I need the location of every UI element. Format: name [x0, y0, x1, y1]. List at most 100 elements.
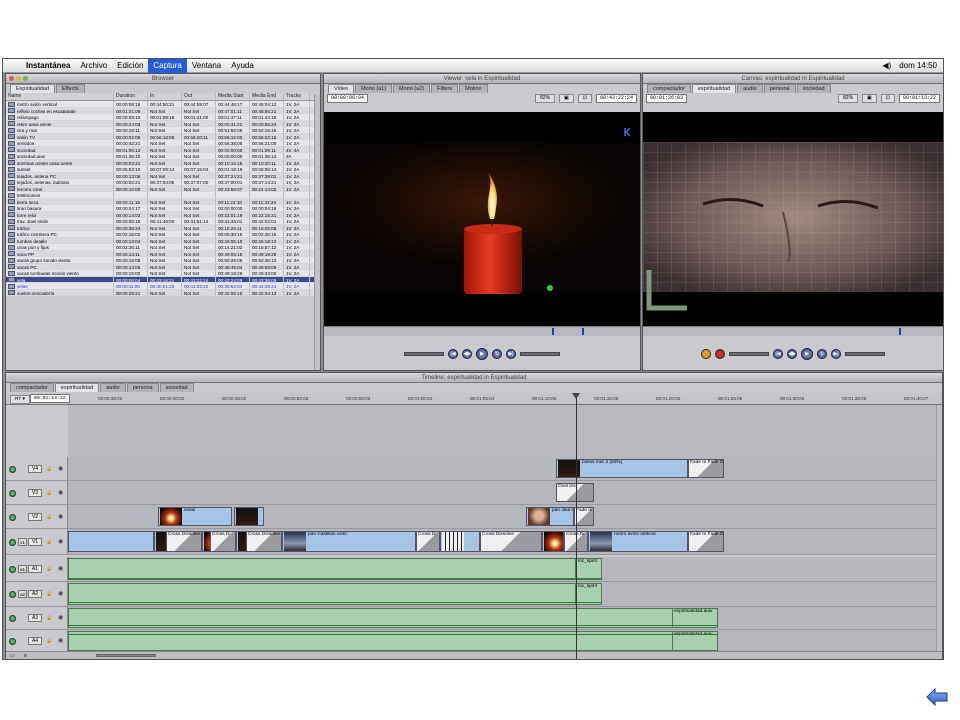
video-clip[interactable] [542, 531, 564, 552]
lock-icon[interactable]: 🔒 [46, 466, 52, 472]
tab-audio[interactable]: audio [100, 383, 126, 392]
canvas-play-around-button[interactable]: ↻ [817, 349, 827, 359]
menu-captura[interactable]: Captura [148, 59, 187, 73]
track-visibility-icon[interactable] [9, 489, 16, 497]
canvas-video[interactable] [643, 112, 943, 326]
lock-icon[interactable]: 🔒 [46, 638, 52, 644]
timeline-titlebar[interactable]: Timeline: espiritualidad in Espiritualid… [6, 373, 942, 383]
track-visibility-icon[interactable] [9, 615, 16, 622]
canvas-next-edit-button[interactable]: ▶| [831, 349, 841, 359]
tab-compactador[interactable]: compactador [647, 84, 691, 93]
prev-edit-button[interactable]: |◀ [448, 349, 458, 359]
auto-select-icon[interactable]: ◉ [58, 591, 63, 597]
next-edit-button[interactable]: ▶| [506, 349, 516, 359]
canvas-duration-timecode[interactable]: 00:01:26:03 [646, 93, 688, 103]
timeline-scrollbar[interactable] [936, 405, 942, 659]
browser-scrollbar[interactable] [314, 94, 320, 370]
canvas-titlebar[interactable]: Canvas: espiritualidad in Espiritualidad [643, 74, 943, 84]
play-in-out-button[interactable]: ◀▶ [462, 349, 472, 359]
tab-espiritualidad[interactable]: espiritualidad [691, 84, 737, 93]
browser-titlebar[interactable]: Browser [6, 74, 320, 84]
clip-overlays-icon[interactable]: ▭ [10, 653, 15, 659]
tab-audio[interactable]: audio [737, 84, 763, 93]
audio-clip[interactable] [68, 558, 576, 580]
lock-icon[interactable]: 🔒 [46, 615, 52, 621]
viewer-view-popup[interactable]: ▣ [559, 93, 574, 103]
lock-icon[interactable]: 🔒 [46, 490, 52, 496]
track-visibility-icon[interactable] [9, 513, 16, 521]
zoom-icon[interactable] [23, 76, 28, 81]
col-out[interactable]: Out [182, 93, 216, 100]
lock-icon[interactable]: 🔒 [46, 539, 52, 545]
canvas-marker-popup[interactable]: ⊡ [880, 93, 895, 103]
source-patch-audio[interactable]: a2 [18, 590, 27, 598]
track-lane[interactable]: loc_spirit [68, 582, 936, 606]
track-visibility-icon[interactable] [9, 638, 16, 645]
transition[interactable]: Cross Dissolve [246, 531, 282, 552]
video-clip[interactable]: pan Castillas cielo [282, 531, 416, 552]
track-visibility-icon[interactable] [9, 538, 16, 546]
video-clip[interactable] [234, 507, 264, 526]
clock[interactable]: dom 14:50 [899, 61, 937, 70]
track-visibility-icon[interactable] [9, 465, 16, 473]
track-name[interactable]: V4 [28, 464, 42, 473]
viewer-scrubber[interactable] [324, 326, 640, 336]
source-patch-audio[interactable]: a1 [18, 565, 27, 573]
transition[interactable]: Cross Di [210, 531, 236, 552]
canvas-play-in-out-button[interactable]: ◀▶ [787, 349, 797, 359]
canvas-play-button[interactable]: ▶ [801, 348, 813, 360]
track-lane[interactable]: espiritualidad.aiav [68, 630, 936, 652]
menu-ayuda[interactable]: Ayuda [226, 59, 259, 73]
viewer-video[interactable] [324, 112, 640, 326]
canvas-playhead[interactable] [899, 328, 901, 335]
video-clip[interactable] [68, 531, 154, 552]
timeline-ruler[interactable]: 00:00:35:02 00:00:40:02 00:00:45:02 00:00:5… [68, 393, 936, 405]
browser-row[interactable]: vuelos pescadería 00:00:28:21 Not Set Not S… [6, 289, 320, 296]
auto-select-icon[interactable]: ◉ [58, 539, 63, 545]
back-arrow-icon[interactable] [926, 688, 948, 706]
jog-control[interactable] [520, 352, 560, 356]
canvas-scrubber[interactable] [643, 326, 943, 336]
audio-level-line[interactable] [68, 602, 602, 603]
viewer-out-marker[interactable] [582, 328, 584, 335]
canvas-jog-control[interactable] [845, 352, 885, 356]
video-clip[interactable]: rostro avión vertical [588, 531, 688, 552]
track-lane[interactable]: espiritualidad.aiav [68, 607, 936, 629]
tab-video[interactable]: Video [328, 84, 354, 93]
col-in[interactable]: In [148, 93, 182, 100]
video-clip[interactable]: velas [158, 507, 232, 526]
timeline-playhead-handle[interactable] [572, 393, 580, 399]
transition[interactable]: Fade In Fade O [688, 531, 724, 552]
track-name[interactable]: A4 [28, 637, 42, 645]
track-visibility-icon[interactable] [9, 566, 16, 573]
track-name[interactable]: A1 [28, 565, 42, 573]
col-duration[interactable]: Duration [114, 93, 148, 100]
overwrite-edit-button[interactable] [715, 349, 725, 359]
auto-select-icon[interactable]: ◉ [58, 514, 63, 520]
menu-edicion[interactable]: Edición [112, 59, 148, 73]
close-icon[interactable] [9, 76, 14, 81]
canvas-prev-edit-button[interactable]: |◀ [773, 349, 783, 359]
track-name[interactable]: V1 [28, 537, 42, 546]
col-name[interactable]: Name [6, 93, 114, 100]
timeline-playhead[interactable] [576, 393, 577, 659]
viewer-marker-popup[interactable]: ⊡ [577, 93, 592, 103]
col-media-start[interactable]: Media Start [216, 93, 250, 100]
viewer-current-timecode[interactable]: 00:43:22:24 [595, 93, 637, 103]
track-lane[interactable]: brillos mar 2 (50%) Fade In Fade O [68, 457, 936, 480]
track-visibility-icon[interactable] [9, 591, 16, 598]
track-lane[interactable]: velas pan Jaul s Fade In [68, 505, 936, 528]
tab-mono-a2[interactable]: Mono (a2) [393, 84, 431, 93]
canvas-current-timecode[interactable]: 00:01:13:22 [898, 93, 940, 103]
zoom-slider[interactable] [96, 654, 156, 657]
canvas-shuttle-control[interactable] [729, 352, 769, 356]
track-lane[interactable]: Cross Dissolve Cross Di Cross Dissolve pan … [68, 529, 936, 554]
auto-select-icon[interactable]: ◉ [58, 638, 63, 644]
play-button[interactable]: ▶ [476, 348, 488, 360]
source-patch-v1[interactable]: v1 [18, 537, 27, 546]
viewer-titlebar[interactable]: Viewer: vela in Espiritualidad [324, 74, 640, 84]
track-lane[interactable]: loc_spirit [68, 557, 936, 581]
col-tracks[interactable]: Tracks [284, 93, 310, 100]
transition[interactable]: Oval Iris [556, 483, 594, 502]
tab-compactador[interactable]: compactador [10, 383, 54, 392]
